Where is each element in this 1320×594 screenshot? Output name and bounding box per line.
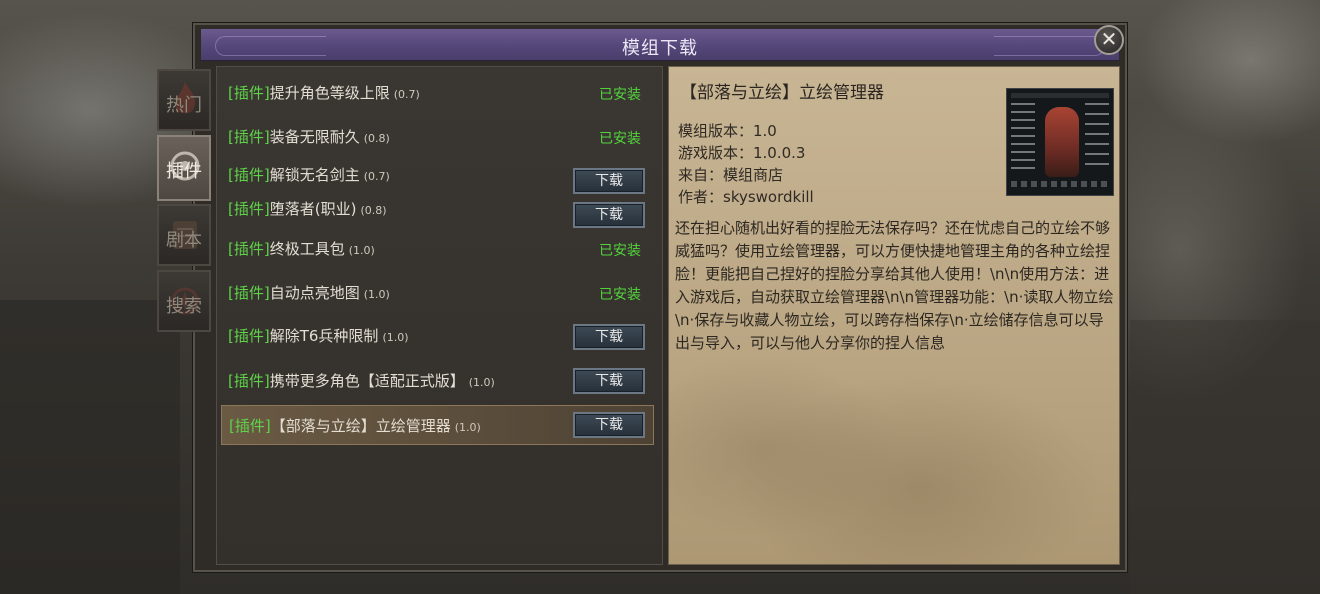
mod-title: 解锁无名剑主: [269, 166, 360, 184]
mod-version-text: 模组版本：1.0: [678, 122, 777, 140]
tab-plugins[interactable]: 插件: [157, 135, 211, 201]
tab-label: 搜索: [166, 296, 202, 317]
installed-status: 已安装: [599, 87, 641, 103]
download-button[interactable]: 下载: [573, 412, 645, 438]
mod-tag: [插件]: [228, 284, 270, 302]
mod-name: [插件]提升角色等级上限 (0.7): [228, 82, 420, 103]
mod-name: [插件]装备无限耐久 (0.8): [228, 126, 390, 147]
mod-title: 自动点亮地图: [269, 284, 360, 302]
mod-version: (0.7): [363, 170, 390, 183]
mod-name: [插件]携带更多角色【适配正式版】 (1.0): [228, 370, 495, 391]
mod-title: 装备无限耐久: [269, 128, 360, 146]
author-text: 作者：skyswordkill: [678, 188, 814, 206]
mod-version: (1.0): [454, 421, 481, 434]
mod-version: (0.7): [393, 88, 420, 101]
tab-scenarios[interactable]: 剧本: [157, 204, 211, 266]
mod-preview-image: [1006, 88, 1114, 196]
tab-hot[interactable]: 热门: [157, 69, 211, 131]
mod-title: 终极工具包: [269, 240, 345, 258]
mod-list-item[interactable]: [插件]解除T6兵种限制 (1.0) 下载: [221, 317, 654, 357]
download-button[interactable]: 下载: [573, 202, 645, 228]
mod-version: (0.8): [363, 132, 390, 145]
mod-list-item[interactable]: [插件]自动点亮地图 (1.0) 已安装: [221, 274, 654, 314]
tab-label: 剧本: [166, 230, 202, 251]
mod-list-item[interactable]: [插件]堕落者(职业) (0.8) 下载: [221, 190, 654, 230]
mod-name: [插件]解除T6兵种限制 (1.0): [228, 325, 409, 346]
mod-version: (1.0): [382, 331, 409, 344]
mod-list-item-selected[interactable]: [插件]【部落与立绘】立绘管理器 (1.0) 下载: [221, 405, 654, 445]
mod-tag: [插件]: [228, 240, 270, 258]
mod-name: [插件]终极工具包 (1.0): [228, 238, 375, 259]
mod-name: [插件]堕落者(职业) (0.8): [228, 198, 387, 219]
detail-title: 【部落与立绘】立绘管理器: [680, 83, 884, 103]
mod-tag: [插件]: [228, 84, 270, 102]
mod-version: (1.0): [468, 376, 495, 389]
installed-status: 已安装: [599, 287, 641, 303]
mod-tag: [插件]: [228, 166, 270, 184]
background-shadow: [1130, 320, 1320, 594]
tab-label: 热门: [166, 95, 202, 116]
mod-title: 提升角色等级上限: [269, 84, 390, 102]
mod-title: 【部落与立绘】立绘管理器: [270, 417, 451, 435]
dialog-title: 模组下载: [622, 38, 698, 59]
mod-list-item[interactable]: [插件]携带更多角色【适配正式版】 (1.0) 下载: [221, 362, 654, 402]
close-button[interactable]: ✕: [1094, 25, 1124, 55]
mod-version: (1.0): [348, 244, 375, 257]
mod-title: 堕落者(职业): [269, 200, 357, 218]
mod-tag: [插件]: [228, 372, 270, 390]
installed-status: 已安装: [599, 243, 641, 259]
tab-label: 插件: [166, 161, 202, 182]
mod-name: [插件]解锁无名剑主 (0.7): [228, 164, 390, 185]
mod-version: (1.0): [363, 288, 390, 301]
tab-search[interactable]: 搜索: [157, 270, 211, 332]
mod-list-item[interactable]: [插件]提升角色等级上限 (0.7) 已安装: [221, 74, 654, 114]
mod-tag: [插件]: [228, 327, 270, 345]
mod-list-item[interactable]: [插件]终极工具包 (1.0) 已安装: [221, 230, 654, 270]
download-button[interactable]: 下载: [573, 324, 645, 350]
download-button[interactable]: 下载: [573, 368, 645, 394]
source-text: 来自：模组商店: [678, 166, 784, 184]
mod-title: 解除T6兵种限制: [269, 327, 379, 345]
mod-name: [插件]【部落与立绘】立绘管理器 (1.0): [229, 415, 481, 436]
mod-description: 还在担心随机出好看的捏脸无法保存吗？还在忧虑自己的立绘不够威猛吗？使用立绘管理器…: [675, 219, 1114, 352]
background-shadow: [0, 300, 180, 594]
installed-status: 已安装: [599, 131, 641, 147]
mod-version: (0.8): [360, 204, 387, 217]
mod-title: 携带更多角色【适配正式版】: [269, 372, 465, 390]
mod-name: [插件]自动点亮地图 (1.0): [228, 282, 390, 303]
mod-tag: [插件]: [229, 417, 271, 435]
title-bar: 模组下载: [201, 29, 1119, 61]
mod-tag: [插件]: [228, 128, 270, 146]
mod-list-item[interactable]: [插件]装备无限耐久 (0.8) 已安装: [221, 118, 654, 158]
mod-tag: [插件]: [228, 200, 270, 218]
game-version-text: 游戏版本：1.0.0.3: [678, 144, 806, 162]
